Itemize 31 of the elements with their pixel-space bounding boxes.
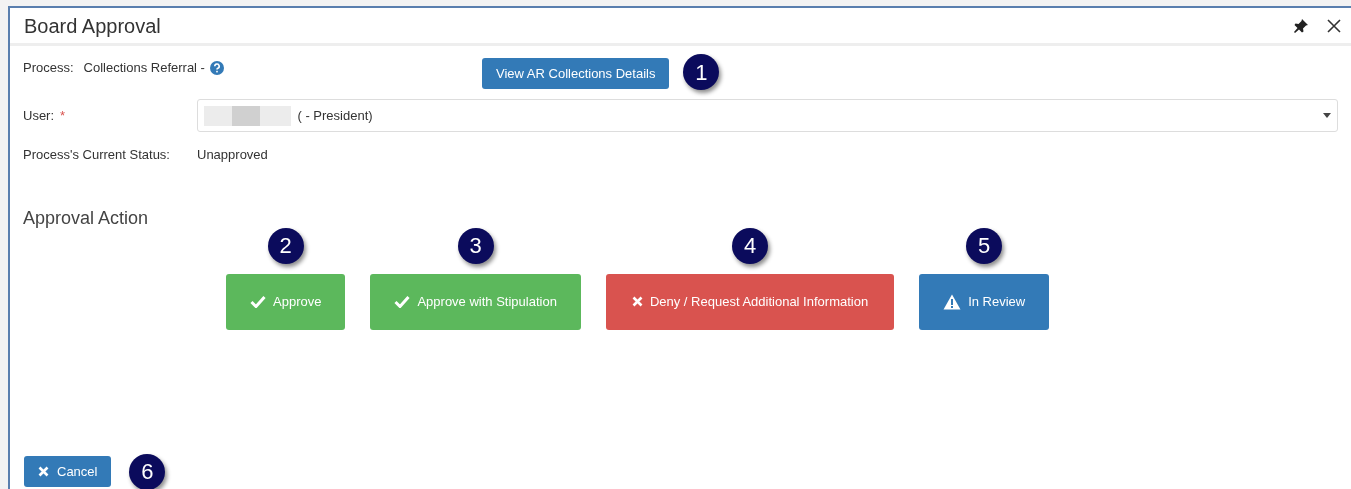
cancel-button[interactable]: Cancel — [24, 456, 112, 487]
callout-badge: 2 — [267, 227, 304, 264]
user-select[interactable]: ( - President) — [197, 99, 1338, 132]
callout-badge: 5 — [966, 227, 1003, 264]
required-mark: * — [60, 106, 66, 125]
status-value: Unapproved — [197, 146, 268, 164]
callout-badge: 3 — [457, 227, 494, 264]
close-icon — [631, 296, 643, 307]
action-button[interactable]: Deny / Request Additional Information — [605, 273, 895, 330]
close-icon[interactable] — [1327, 18, 1341, 33]
check-icon — [250, 295, 266, 308]
close-icon — [38, 466, 49, 477]
window-title: Board Approval — [24, 13, 161, 39]
warning-icon — [943, 293, 962, 310]
process-label: Process: — [23, 59, 74, 77]
user-label: User: — [23, 106, 55, 125]
approval-heading: Approval Action — [23, 206, 150, 230]
action-button[interactable]: Approve with Stipulation — [370, 273, 581, 330]
callout-badge: 1 — [683, 54, 720, 90]
check-icon — [394, 295, 411, 308]
pin-icon[interactable] — [1293, 17, 1309, 34]
view-details-button[interactable]: View AR Collections Details — [482, 58, 670, 89]
caret-icon — [1323, 113, 1331, 118]
process-value: Collections Referral - — [83, 59, 205, 77]
callout-badge: 4 — [732, 227, 769, 264]
status-label: Process's Current Status: — [23, 146, 171, 164]
user-value: ( - President) — [297, 106, 373, 125]
callout-badge: 6 — [129, 453, 166, 489]
action-button[interactable]: In Review — [919, 273, 1050, 330]
help-icon[interactable] — [209, 60, 224, 75]
action-button[interactable]: Approve — [226, 273, 346, 330]
